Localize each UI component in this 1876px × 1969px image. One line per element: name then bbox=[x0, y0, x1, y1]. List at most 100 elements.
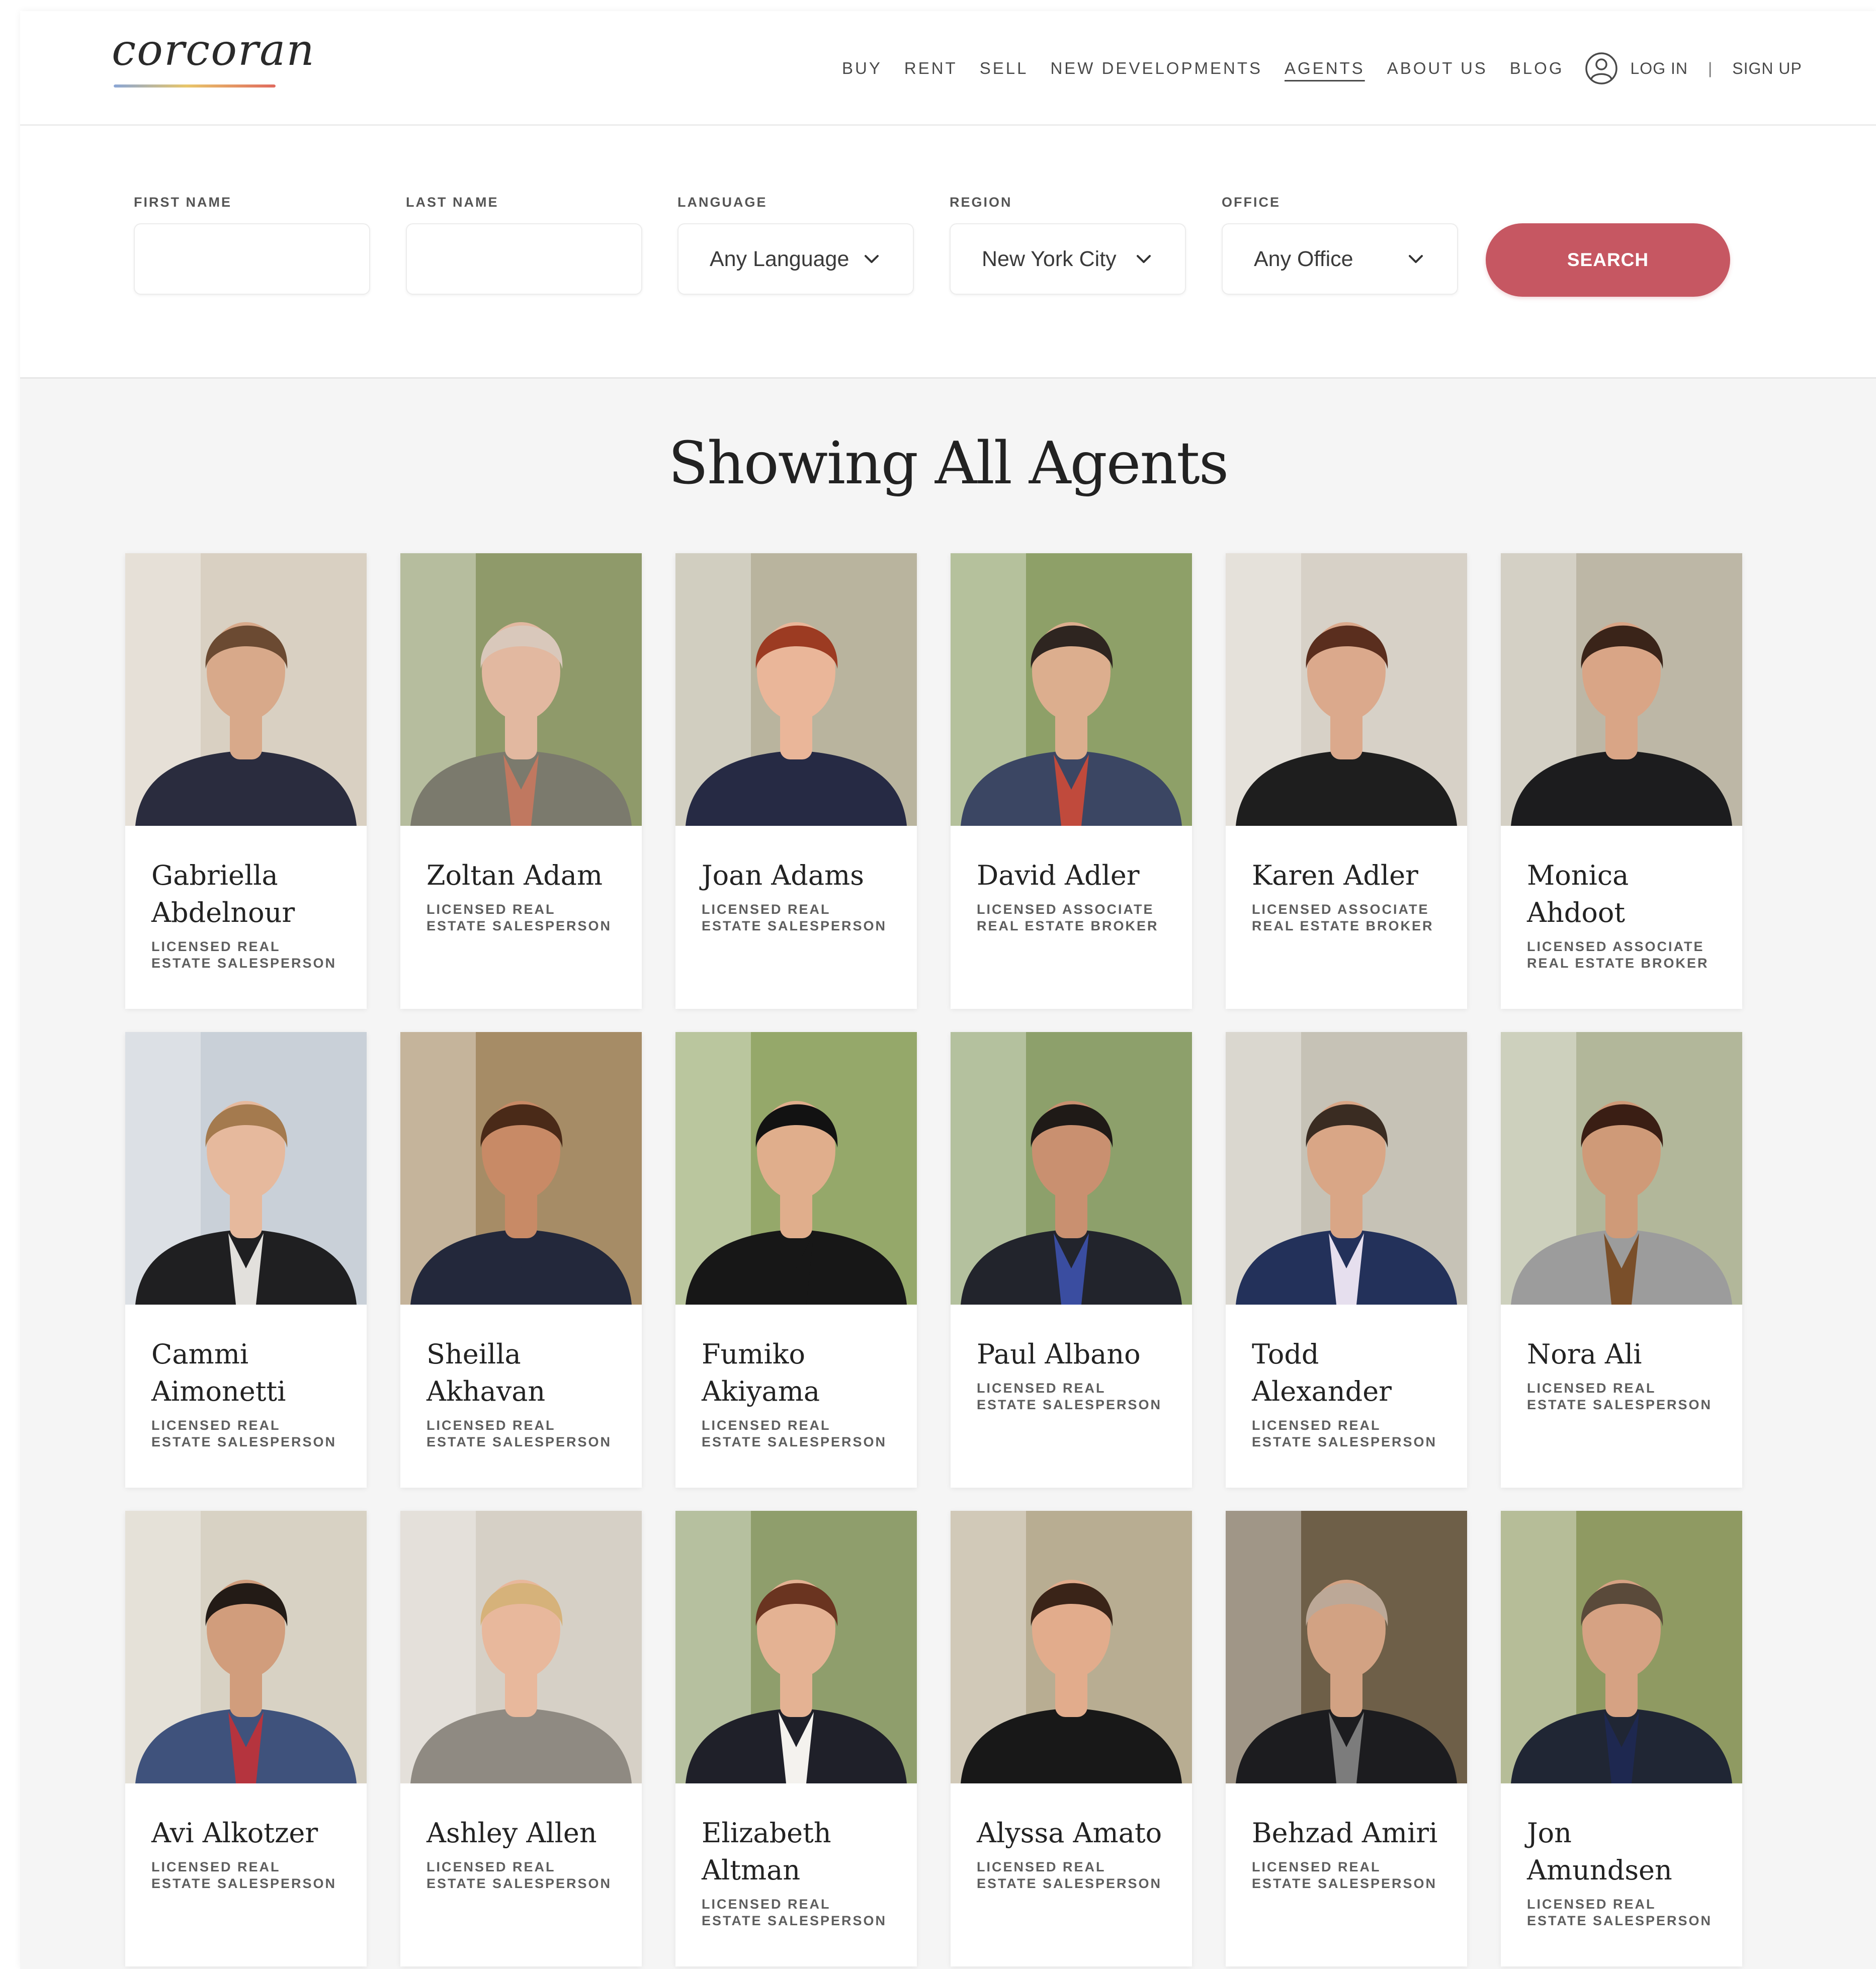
agent-name[interactable]: Monica Ahdoot bbox=[1527, 857, 1717, 931]
nav-rent[interactable]: RENT bbox=[904, 59, 958, 78]
agent-license-title: Licensed Real Estate Salesperson bbox=[977, 1859, 1162, 1891]
agent-name[interactable]: Alyssa Amato bbox=[977, 1815, 1167, 1852]
agent-card[interactable]: Behzad Amiri Licensed Real Estate Salesp… bbox=[1226, 1511, 1467, 1966]
agent-name[interactable]: Paul Albano bbox=[977, 1336, 1167, 1373]
user-circle-icon[interactable] bbox=[1584, 51, 1618, 85]
agent-name[interactable]: Behzad Amiri bbox=[1252, 1815, 1442, 1852]
agent-name[interactable]: Karen Adler bbox=[1252, 857, 1442, 894]
agent-grid: Gabriella Abdelnour Licensed Real Estate… bbox=[125, 553, 1765, 1966]
agent-photo bbox=[951, 553, 1192, 826]
agent-card-body: Sheilla Akhavan Licensed Real Estate Sal… bbox=[400, 1305, 642, 1450]
agent-portrait bbox=[1501, 1511, 1742, 1783]
search-button[interactable]: SEARCH bbox=[1486, 223, 1730, 297]
agent-license-title: Licensed Real Estate Salesperson bbox=[977, 1381, 1162, 1412]
first-name-box bbox=[134, 223, 370, 295]
agent-name[interactable]: Nora Ali bbox=[1527, 1336, 1717, 1373]
agent-name[interactable]: Zoltan Adam bbox=[427, 857, 617, 894]
agent-card[interactable]: Sheilla Akhavan Licensed Real Estate Sal… bbox=[400, 1032, 642, 1488]
first-name-label: FIRST NAME bbox=[134, 195, 232, 210]
agent-card[interactable]: Todd Alexander Licensed Real Estate Sale… bbox=[1226, 1032, 1467, 1488]
agent-card[interactable]: Elizabeth Altman Licensed Real Estate Sa… bbox=[675, 1511, 917, 1966]
agent-card[interactable]: Joan Adams Licensed Real Estate Salesper… bbox=[675, 553, 917, 1009]
first-name-input[interactable] bbox=[166, 246, 338, 272]
region-label: REGION bbox=[950, 195, 1012, 210]
nav-sell[interactable]: SELL bbox=[980, 59, 1029, 78]
agent-card[interactable]: Cammi Aimonetti Licensed Real Estate Sal… bbox=[125, 1032, 367, 1488]
signup-link[interactable]: SIGN UP bbox=[1732, 59, 1802, 78]
agent-card-body: Alyssa Amato Licensed Real Estate Salesp… bbox=[951, 1783, 1192, 1892]
agent-name[interactable]: David Adler bbox=[977, 857, 1167, 894]
agent-card[interactable]: David Adler Licensed Associate Real Esta… bbox=[951, 553, 1192, 1009]
agent-photo bbox=[951, 1032, 1192, 1305]
nav-blog[interactable]: BLOG bbox=[1510, 59, 1564, 78]
language-label: LANGUAGE bbox=[677, 195, 768, 210]
agent-card[interactable]: Zoltan Adam Licensed Real Estate Salespe… bbox=[400, 553, 642, 1009]
agent-license-title: Licensed Real Estate Salesperson bbox=[1527, 1381, 1713, 1412]
agent-photo bbox=[400, 1032, 642, 1305]
nav-new-developments[interactable]: NEW DEVELOPMENTS bbox=[1050, 59, 1262, 78]
region-value: New York City bbox=[982, 246, 1117, 271]
nav-buy[interactable]: BUY bbox=[842, 59, 882, 78]
agent-name[interactable]: Ashley Allen bbox=[427, 1815, 617, 1852]
region-select[interactable]: New York City bbox=[950, 223, 1186, 295]
agent-portrait bbox=[675, 1032, 917, 1305]
office-field: OFFICE Any Office bbox=[1222, 192, 1458, 295]
agent-name[interactable]: Elizabeth Altman bbox=[702, 1815, 892, 1889]
agent-license-title: Licensed Real Estate Salesperson bbox=[1252, 1859, 1437, 1891]
last-name-input[interactable] bbox=[438, 246, 610, 272]
agent-portrait bbox=[125, 1032, 367, 1305]
agent-photo bbox=[1226, 1032, 1467, 1305]
agent-portrait bbox=[951, 553, 1192, 826]
agent-card[interactable]: Fumiko Akiyama Licensed Real Estate Sale… bbox=[675, 1032, 917, 1488]
nav-agents[interactable]: AGENTS bbox=[1285, 59, 1365, 78]
agent-card-body: Avi Alkotzer Licensed Real Estate Salesp… bbox=[125, 1783, 367, 1892]
agent-card[interactable]: Gabriella Abdelnour Licensed Real Estate… bbox=[125, 553, 367, 1009]
agent-card[interactable]: Ashley Allen Licensed Real Estate Salesp… bbox=[400, 1511, 642, 1966]
agent-name[interactable]: Avi Alkotzer bbox=[151, 1815, 342, 1852]
agent-portrait bbox=[400, 1032, 642, 1305]
agent-card[interactable]: Alyssa Amato Licensed Real Estate Salesp… bbox=[951, 1511, 1192, 1966]
agent-portrait bbox=[951, 1511, 1192, 1783]
agent-card[interactable]: Monica Ahdoot Licensed Associate Real Es… bbox=[1501, 553, 1742, 1009]
first-name-field: FIRST NAME bbox=[134, 192, 370, 295]
agent-license-title: Licensed Associate Real Estate Broker bbox=[1252, 902, 1434, 933]
agent-license-title: Licensed Real Estate Salesperson bbox=[151, 1418, 337, 1449]
login-link[interactable]: LOG IN bbox=[1631, 59, 1688, 78]
agent-portrait bbox=[1226, 1032, 1467, 1305]
agent-name[interactable]: Sheilla Akhavan bbox=[427, 1336, 617, 1410]
nav-about-us[interactable]: ABOUT US bbox=[1387, 59, 1488, 78]
agent-portrait bbox=[125, 553, 367, 826]
agent-name[interactable]: Todd Alexander bbox=[1252, 1336, 1442, 1410]
agent-photo bbox=[400, 553, 642, 826]
agent-portrait bbox=[1501, 553, 1742, 826]
agent-photo bbox=[675, 553, 917, 826]
agent-card-body: Jon Amundsen Licensed Real Estate Salesp… bbox=[1501, 1783, 1742, 1929]
agent-photo bbox=[1501, 553, 1742, 826]
agent-card-body: Elizabeth Altman Licensed Real Estate Sa… bbox=[675, 1783, 917, 1929]
language-select[interactable]: Any Language bbox=[677, 223, 914, 295]
agent-license-title: Licensed Real Estate Salesperson bbox=[702, 902, 887, 933]
agent-card-body: Nora Ali Licensed Real Estate Salesperso… bbox=[1501, 1305, 1742, 1413]
agent-name[interactable]: Jon Amundsen bbox=[1527, 1815, 1717, 1889]
last-name-box bbox=[406, 223, 642, 295]
agent-name[interactable]: Joan Adams bbox=[702, 857, 892, 894]
agent-name[interactable]: Fumiko Akiyama bbox=[702, 1336, 892, 1410]
agent-portrait bbox=[400, 553, 642, 826]
agent-card[interactable]: Paul Albano Licensed Real Estate Salespe… bbox=[951, 1032, 1192, 1488]
site-header: corcoran BUY RENT SELL NEW DEVELOPMENTS … bbox=[20, 11, 1876, 126]
agent-license-title: Licensed Real Estate Salesperson bbox=[427, 1418, 612, 1449]
agent-license-title: Licensed Real Estate Salesperson bbox=[702, 1897, 887, 1928]
agent-card[interactable]: Jon Amundsen Licensed Real Estate Salesp… bbox=[1501, 1511, 1742, 1966]
agent-card-body: Joan Adams Licensed Real Estate Salesper… bbox=[675, 826, 917, 934]
agent-name[interactable]: Gabriella Abdelnour bbox=[151, 857, 342, 931]
office-select[interactable]: Any Office bbox=[1222, 223, 1458, 295]
agent-card[interactable]: Nora Ali Licensed Real Estate Salesperso… bbox=[1501, 1032, 1742, 1488]
agent-card[interactable]: Karen Adler Licensed Associate Real Esta… bbox=[1226, 553, 1467, 1009]
agent-portrait bbox=[675, 1511, 917, 1783]
agent-name[interactable]: Cammi Aimonetti bbox=[151, 1336, 342, 1410]
corcoran-logo[interactable]: corcoran bbox=[112, 25, 314, 88]
agent-card[interactable]: Avi Alkotzer Licensed Real Estate Salesp… bbox=[125, 1511, 367, 1966]
account-separator: | bbox=[1708, 59, 1713, 77]
agent-card-body: Ashley Allen Licensed Real Estate Salesp… bbox=[400, 1783, 642, 1892]
office-value: Any Office bbox=[1254, 246, 1353, 271]
